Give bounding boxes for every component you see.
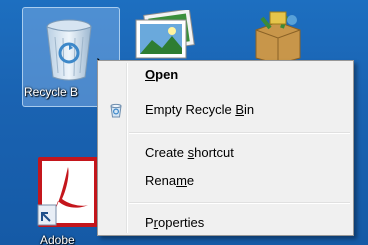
menu-item-properties[interactable]: Properties (100, 212, 351, 234)
desktop-icon-pictures[interactable] (132, 8, 202, 62)
desktop: Recycle B Adobe Open Empty Recycle Bin C… (0, 0, 368, 245)
desktop-icon-package[interactable] (246, 8, 310, 65)
desktop-icon-adobe[interactable]: Adobe (36, 155, 104, 245)
menu-item-create-shortcut[interactable]: Create shortcut (100, 142, 351, 164)
menu-item-empty-recycle-bin[interactable]: Empty Recycle Bin (100, 99, 351, 121)
pictures-icon (135, 8, 195, 59)
menu-separator (129, 202, 350, 204)
recycle-bin-small-icon (110, 103, 122, 118)
menu-item-rename[interactable]: Rename (100, 170, 351, 192)
menu-item-open[interactable]: Open (100, 64, 351, 86)
adobe-reader-icon (37, 157, 98, 227)
recycle-bin-label: Recycle B (24, 85, 79, 99)
package-icon (255, 11, 301, 65)
adobe-label: Adobe (40, 233, 75, 245)
context-menu: Open Empty Recycle Bin Create shortcut R… (97, 60, 354, 236)
menu-separator (129, 132, 350, 134)
